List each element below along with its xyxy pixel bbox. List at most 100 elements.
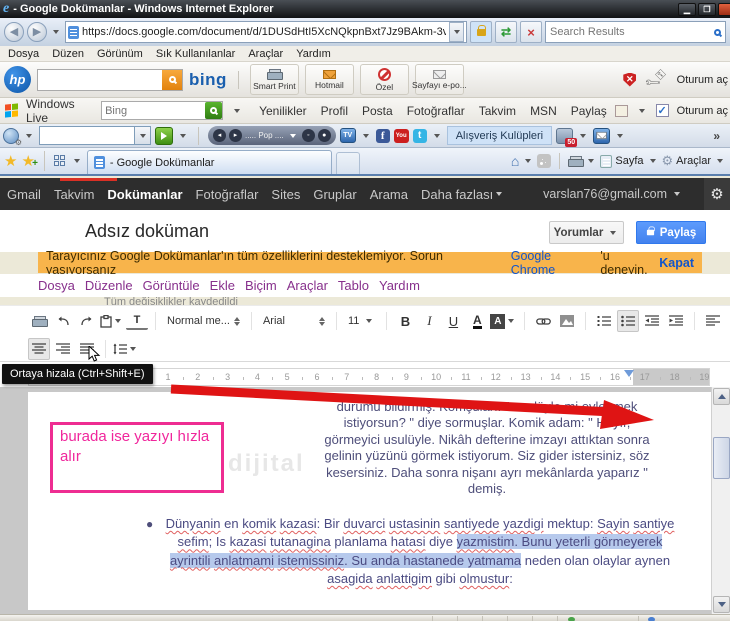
volume-up-icon[interactable]: ●	[318, 129, 331, 142]
search-icon[interactable]	[714, 29, 721, 36]
wl-item-msn[interactable]: MSN	[530, 104, 557, 118]
media-combobox[interactable]	[39, 126, 151, 145]
menu-gorunum[interactable]: Görünüm	[97, 48, 143, 60]
account-menu[interactable]: varslan76@gmail.com	[543, 187, 683, 201]
back-button[interactable]: ◀	[4, 22, 24, 42]
hp-logo[interactable]: hp	[4, 66, 31, 93]
paint-format-button[interactable]: T	[126, 312, 148, 330]
wl-extra-icon[interactable]	[615, 105, 628, 117]
gbar-settings-button[interactable]: ⚙	[704, 178, 730, 210]
twitter-icon[interactable]: t	[413, 129, 427, 143]
align-center-button[interactable]	[28, 338, 50, 360]
menu-dosya[interactable]: Dosya	[8, 48, 39, 60]
bing-logo[interactable]: bing	[189, 70, 227, 90]
wl-search-input[interactable]	[105, 105, 205, 117]
insert-image-button[interactable]	[556, 310, 578, 332]
page-dropdown-icon[interactable]	[650, 159, 656, 163]
ie-search-box[interactable]	[545, 21, 726, 43]
windows-live-label[interactable]: Windows Live	[26, 97, 93, 125]
gbar-item-fotograflar[interactable]: Fotoğraflar	[196, 187, 259, 202]
google-chrome-link[interactable]: Google Chrome	[511, 249, 598, 277]
url-text[interactable]: https://docs.google.com/document/d/1DUSd…	[82, 26, 446, 38]
rss-icon[interactable]	[537, 154, 551, 168]
hp-signin-link[interactable]: Oturum aç	[677, 74, 728, 86]
wl-extra-dropdown-icon[interactable]	[639, 109, 645, 113]
social-dropdown-icon[interactable]	[434, 134, 440, 138]
stop-button[interactable]: ×	[520, 21, 542, 43]
docs-menu-araclar[interactable]: Araçlar	[287, 278, 328, 293]
docs-menu-yardim[interactable]: Yardım	[379, 278, 420, 293]
new-tab-button[interactable]	[336, 152, 360, 174]
hp-search-box[interactable]	[37, 69, 183, 91]
deals-icon[interactable]: 50	[556, 128, 573, 144]
youtube-icon[interactable]: You	[394, 129, 409, 143]
docs-menu-duzenle[interactable]: Düzenle	[85, 278, 133, 293]
wl-item-posta[interactable]: Posta	[362, 104, 393, 118]
align-left-button[interactable]	[702, 310, 724, 332]
print-icon[interactable]	[568, 156, 582, 167]
mail-dropdown-icon[interactable]	[617, 134, 623, 138]
mail-icon-button[interactable]	[593, 128, 610, 144]
gbar-item-daha-fazlasi[interactable]: Daha fazlası	[421, 187, 505, 202]
print-button[interactable]	[28, 310, 50, 332]
gbar-item-arama[interactable]: Arama	[370, 187, 408, 202]
refresh-button[interactable]: ⇄	[495, 21, 517, 43]
gbar-item-takvim[interactable]: Takvim	[54, 187, 94, 202]
hp-search-button[interactable]	[162, 70, 182, 90]
docs-menu-goruntule[interactable]: Görüntüle	[143, 278, 200, 293]
tools-dropdown-icon[interactable]	[717, 159, 723, 163]
toolbar-overflow-chevron[interactable]: »	[713, 129, 730, 143]
scroll-up-button[interactable]	[713, 388, 730, 405]
wl-item-profil[interactable]: Profil	[321, 104, 348, 118]
url-dropdown[interactable]	[449, 22, 464, 42]
wl-item-yenilikler[interactable]: Yenilikler	[259, 104, 307, 118]
docs-menu-bicim[interactable]: Biçim	[245, 278, 277, 293]
numbered-list-button[interactable]	[593, 310, 615, 332]
security-shield-icon[interactable]: ✕	[623, 73, 636, 87]
home-icon[interactable]: ⌂	[511, 153, 519, 169]
add-favorite-icon[interactable]: ★	[21, 154, 34, 169]
hp-search-input[interactable]	[38, 72, 162, 87]
gbar-item-dokumanlar[interactable]: Dokümanlar	[107, 187, 182, 202]
vertical-scrollbar[interactable]	[711, 387, 730, 614]
share-button[interactable]: Paylaş	[636, 221, 706, 244]
tab-google-dokumanlar[interactable]: - Google Dokümanlar	[87, 150, 332, 174]
checkbox-icon[interactable]: ✓	[656, 104, 669, 117]
volume-down-icon[interactable]: ◦	[302, 129, 315, 142]
text-color-button[interactable]: A	[466, 310, 488, 332]
align-right-button[interactable]	[52, 338, 74, 360]
globe-settings-icon[interactable]	[3, 128, 19, 144]
underline-button[interactable]: U	[442, 310, 464, 332]
minimize-button[interactable]: ▁	[678, 3, 696, 16]
doc-paragraph-1[interactable]: durumu bildirmiş. Komşuları: " usulüyle …	[300, 399, 674, 497]
url-field[interactable]: https://docs.google.com/document/d/1DUSd…	[65, 21, 467, 43]
tools-menu-button[interactable]: Araçlar	[676, 155, 711, 167]
wl-search-button[interactable]	[205, 102, 222, 119]
doc-paragraph-2[interactable]: Dünyanin en komik kazasi: Bir duvarci us…	[150, 515, 690, 588]
maximize-button[interactable]: ❐	[698, 3, 716, 16]
media-combobox-input[interactable]	[40, 127, 134, 144]
docs-menu-tablo[interactable]: Tablo	[338, 278, 369, 293]
menu-sik-kullanilanlar[interactable]: Sık Kullanılanlar	[156, 48, 236, 60]
nav-history-dropdown-icon[interactable]	[53, 30, 59, 34]
insert-link-button[interactable]	[532, 310, 554, 332]
page-menu-button[interactable]: Sayfa	[615, 155, 643, 167]
quick-tabs-icon[interactable]	[54, 155, 67, 168]
document-page[interactable]: dijital durumu bildirmiş. Komşuları: " u…	[28, 392, 711, 610]
radio-player[interactable]: ◂ ▸ ..... Pop .... ◦ ●	[208, 126, 336, 145]
font-size-dropdown[interactable]: 11	[344, 310, 379, 332]
styles-dropdown[interactable]: Normal me...	[163, 310, 244, 332]
favorites-star-icon[interactable]: ★	[4, 154, 17, 169]
home-dropdown-icon[interactable]	[525, 159, 531, 163]
wl-item-fotograflar[interactable]: Fotoğraflar	[407, 104, 465, 118]
forward-button[interactable]: ▶	[27, 22, 47, 42]
wrench-icon[interactable]: 🔧︎⚿	[644, 67, 670, 93]
menu-araclar[interactable]: Araçlar	[248, 48, 283, 60]
wl-item-paylas[interactable]: Paylaş	[571, 104, 607, 118]
ie-search-input[interactable]	[550, 26, 710, 38]
italic-button[interactable]: I	[418, 310, 440, 332]
indent-button[interactable]	[665, 310, 687, 332]
player-prev-icon[interactable]: ◂	[213, 129, 226, 142]
facebook-icon[interactable]: f	[376, 129, 390, 143]
close-button[interactable]	[718, 3, 730, 16]
